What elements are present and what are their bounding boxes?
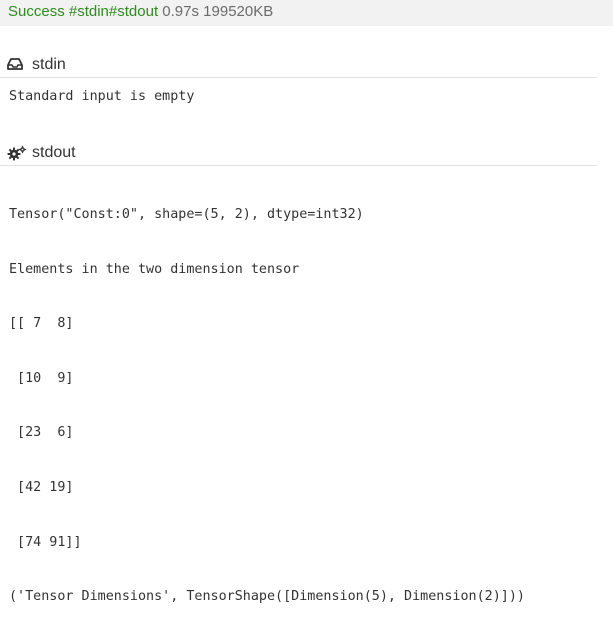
stdout-line: Elements in the two dimension tensor — [9, 261, 300, 277]
stdout-line: ('Tensor Dimensions', TensorShape([Dimen… — [9, 589, 525, 605]
tag-stdout[interactable]: #stdout — [109, 3, 158, 20]
stdout-line: [74 91]] — [9, 534, 82, 550]
memory-usage: 199520KB — [203, 3, 274, 20]
stdout-title: stdout — [32, 144, 76, 161]
stdout-line: [23 6] — [9, 425, 74, 441]
status-result: Success — [8, 3, 65, 20]
stdin-title: stdin — [32, 56, 66, 73]
stdout-line: Tensor("Const:0", shape=(5, 2), dtype=in… — [9, 207, 364, 222]
tag-stdin[interactable]: #stdin — [69, 3, 109, 20]
status-bar: Success #stdin#stdout 0.97s 199520KB — [0, 0, 613, 26]
stdout-line: [10 9] — [9, 370, 74, 386]
stdin-content: Standard input is empty — [9, 89, 195, 104]
stdin-header: stdin — [0, 53, 597, 78]
gears-icon — [7, 145, 27, 161]
inbox-icon — [7, 57, 25, 73]
stdout-line: [[ 7 8] — [9, 316, 74, 332]
exec-time: 0.97s — [162, 3, 199, 20]
stdout-header: stdout — [0, 141, 597, 166]
stdout-content: Tensor("Const:0", shape=(5, 2), dtype=in… — [9, 177, 525, 629]
status-line: Success #stdin#stdout 0.97s 199520KB — [8, 2, 273, 22]
stdout-line: [42 19] — [9, 479, 74, 495]
